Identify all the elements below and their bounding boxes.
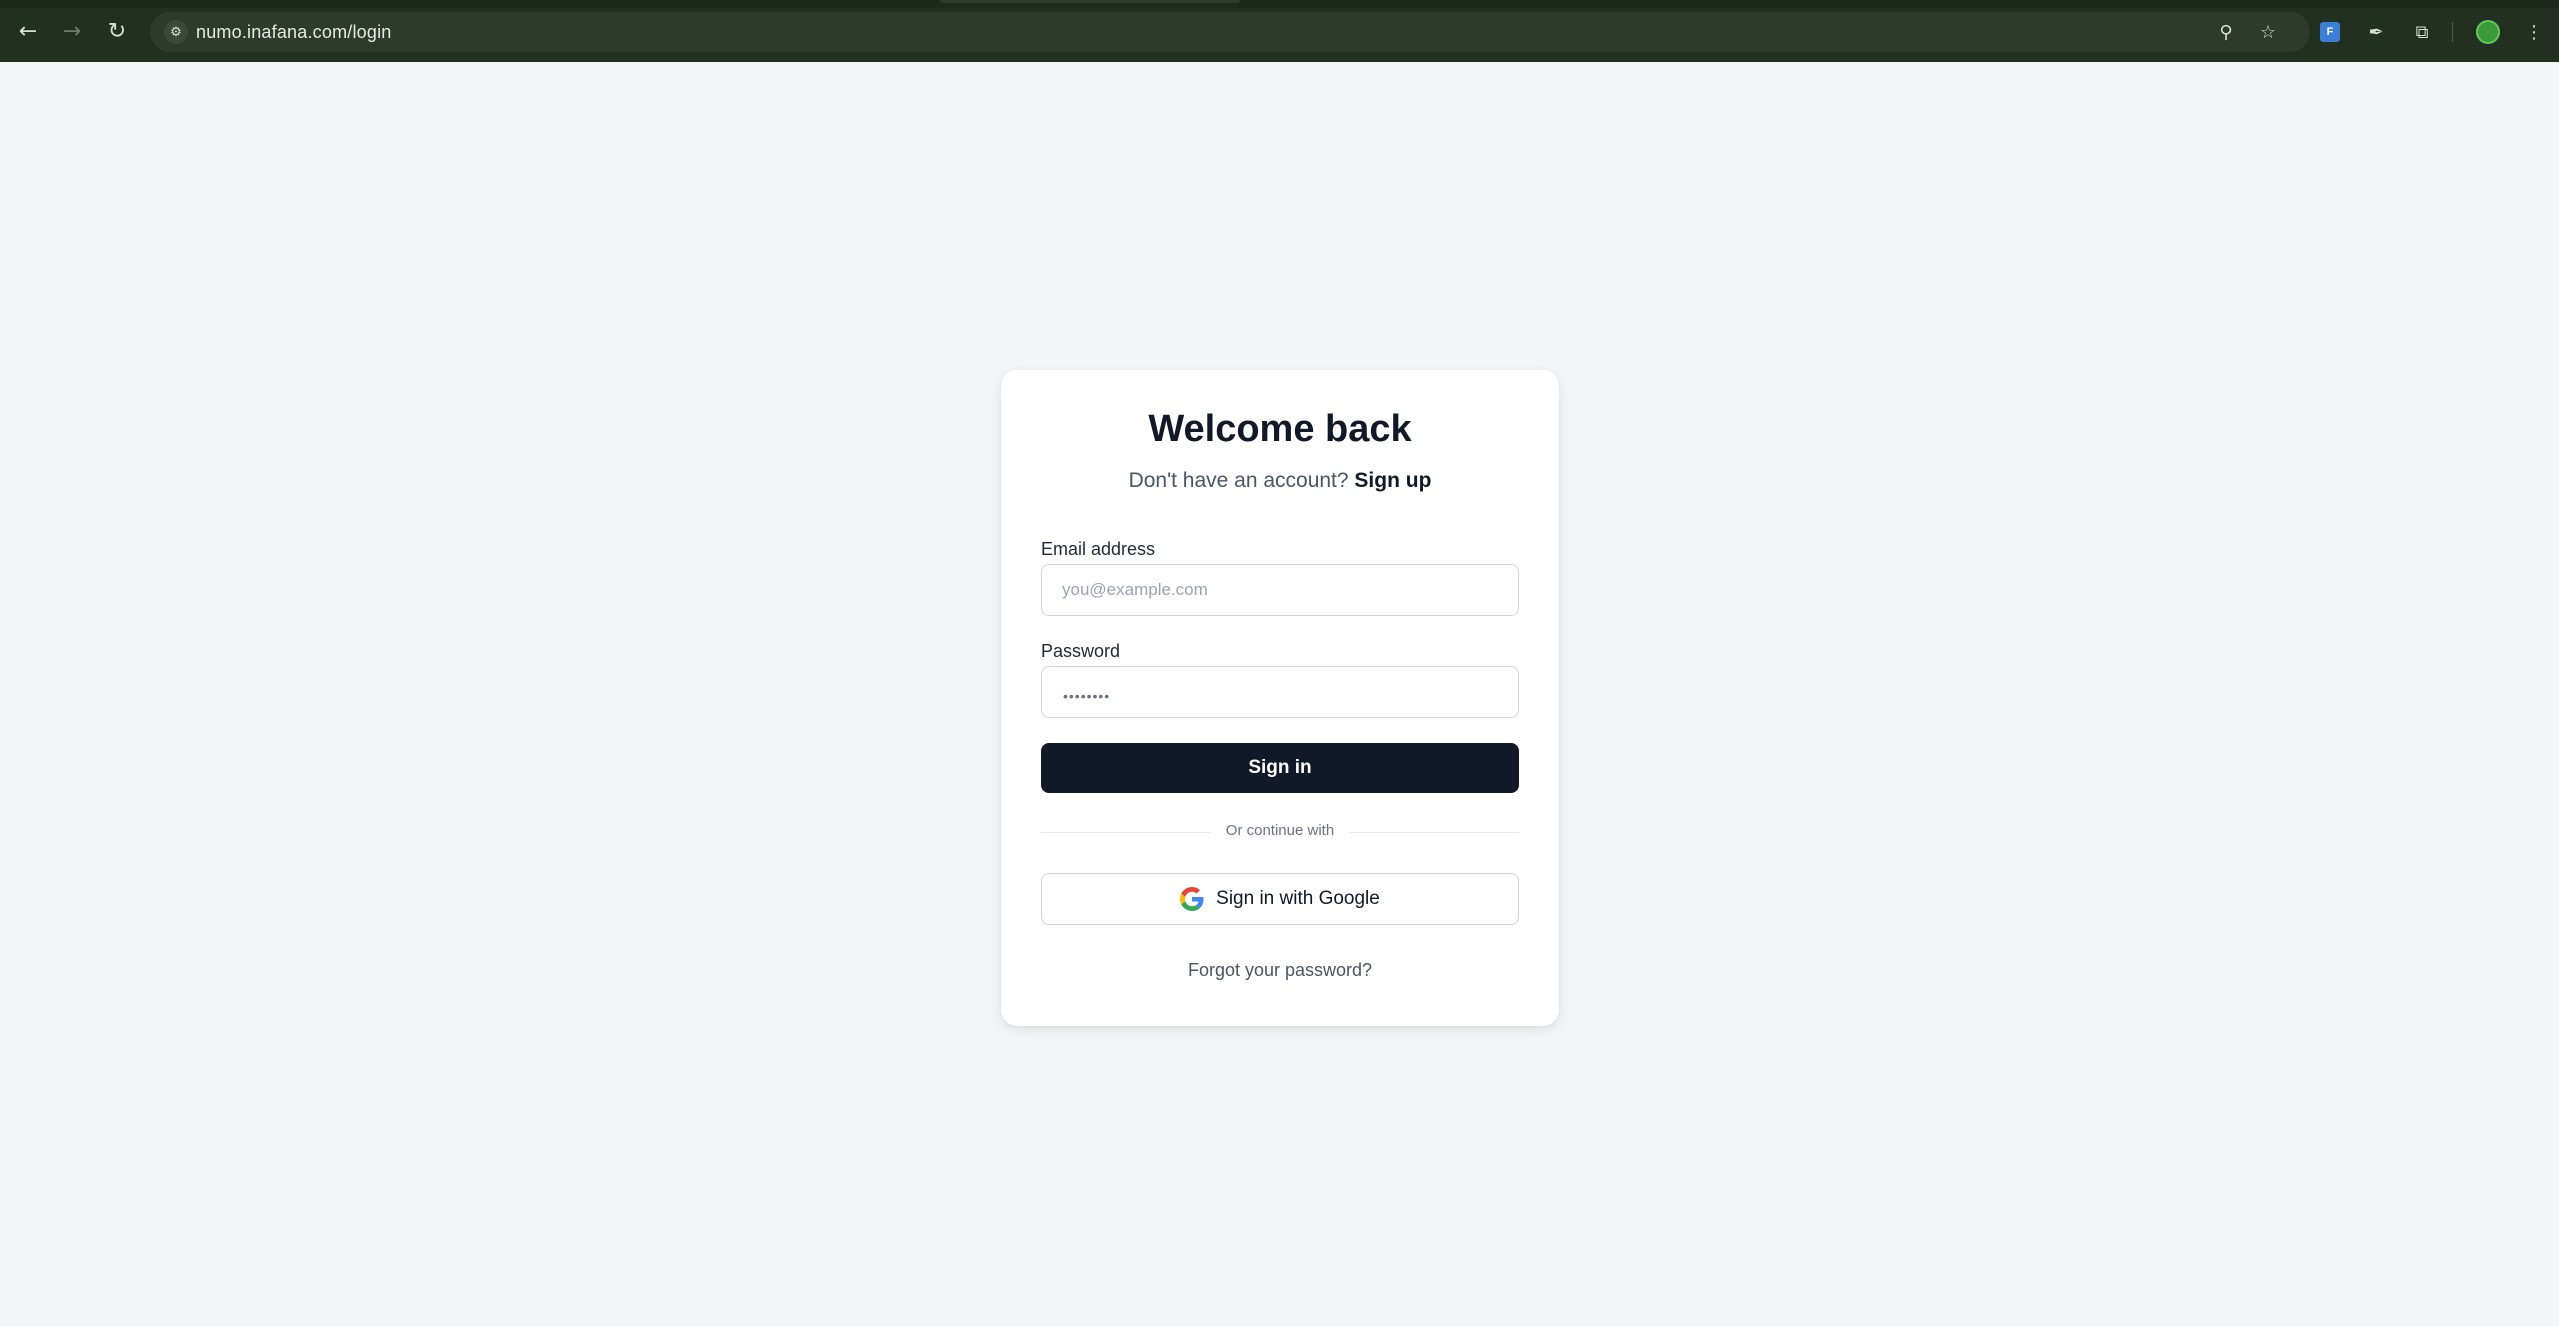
- more-vert-icon[interactable]: ⋮: [2520, 18, 2548, 46]
- signup-prompt-text: Don't have an account?: [1128, 469, 1349, 492]
- browser-toolbar: ← → ↻ ⚙ numo.inafana.com/login ⚲ ☆ F ✒ ⧉…: [0, 0, 2559, 62]
- extension-icon[interactable]: F: [2316, 18, 2344, 46]
- pen-extension-icon[interactable]: ✒: [2362, 18, 2390, 46]
- password-field[interactable]: [1041, 666, 1519, 718]
- key-icon[interactable]: ⚲: [2214, 20, 2238, 44]
- star-icon[interactable]: ☆: [2256, 20, 2280, 44]
- divider-label: Or continue with: [1225, 822, 1335, 839]
- site-settings-icon[interactable]: ⚙: [164, 20, 188, 44]
- signup-prompt: Don't have an account? Sign up: [1001, 469, 1559, 493]
- google-icon: [1180, 887, 1204, 911]
- signup-link[interactable]: Sign up: [1354, 469, 1431, 492]
- login-card: Welcome back Don't have an account? Sign…: [1001, 370, 1559, 1026]
- sign-in-button[interactable]: Sign in: [1041, 743, 1519, 793]
- page-title: Welcome back: [1148, 408, 1412, 450]
- email-label: Email address: [1041, 539, 1156, 559]
- forgot-password-link[interactable]: Forgot your password?: [1001, 960, 1559, 981]
- address-bar[interactable]: ⚙ numo.inafana.com/login ⚲ ☆: [150, 12, 2310, 52]
- divider-right: [1349, 832, 1519, 833]
- extension-badge: F: [2320, 22, 2340, 42]
- forward-arrow-icon[interactable]: →: [58, 18, 86, 46]
- url-text[interactable]: numo.inafana.com/login: [196, 22, 392, 43]
- google-button-label: Sign in with Google: [1216, 888, 1380, 909]
- tab-strip: [0, 0, 2559, 8]
- back-arrow-icon[interactable]: ←: [14, 18, 42, 46]
- reload-icon[interactable]: ↻: [103, 18, 131, 46]
- profile-icon[interactable]: [2474, 18, 2502, 46]
- password-label: Password: [1041, 641, 1121, 661]
- email-field[interactable]: [1041, 564, 1519, 616]
- toolbar-divider: [2452, 22, 2453, 42]
- google-sign-in-button[interactable]: Sign in with Google: [1041, 873, 1519, 925]
- avatar: [2476, 20, 2500, 44]
- active-tab[interactable]: [940, 0, 1240, 3]
- puzzle-icon[interactable]: ⧉: [2408, 18, 2436, 46]
